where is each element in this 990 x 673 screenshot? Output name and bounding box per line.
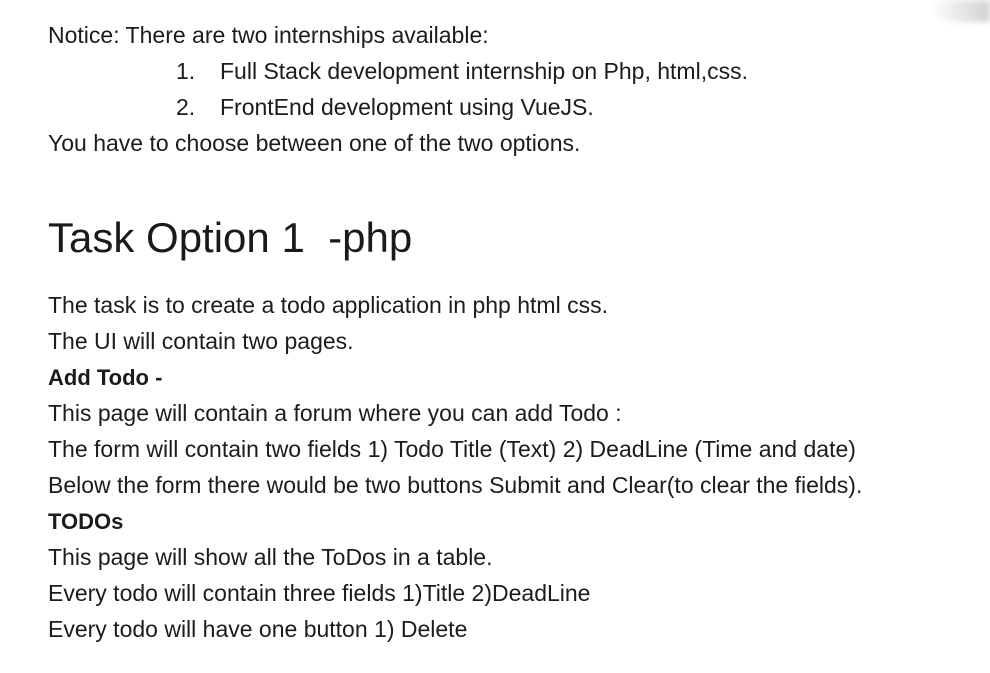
todos-line-3: Every todo will have one button 1) Delet…: [48, 616, 468, 642]
option-1-number: 1.: [176, 58, 196, 84]
task-intro-line-1: The task is to create a todo application…: [48, 292, 608, 318]
add-todo-line-2: The form will contain two fields 1) Todo…: [48, 436, 856, 462]
task-heading: Task Option 1 -php: [48, 214, 413, 261]
add-todo-line-1: This page will contain a forum where you…: [48, 400, 622, 426]
task-intro-line-2: The UI will contain two pages.: [48, 328, 354, 354]
todos-title: TODOs: [48, 509, 124, 534]
option-2-number: 2.: [176, 94, 196, 120]
todos-line-1: This page will show all the ToDos in a t…: [48, 544, 493, 570]
add-todo-line-3: Below the form there would be two button…: [48, 472, 863, 498]
todos-line-2: Every todo will contain three fields 1)T…: [48, 580, 591, 606]
notice-choose: You have to choose between one of the tw…: [48, 130, 581, 156]
page-corner-shadow: [930, 0, 990, 22]
add-todo-title: Add Todo -: [48, 365, 163, 390]
option-1-text: Full Stack development internship on Php…: [220, 58, 748, 84]
option-2-text: FrontEnd development using VueJS.: [220, 94, 594, 120]
notice-intro: Notice: There are two internships availa…: [48, 22, 489, 48]
